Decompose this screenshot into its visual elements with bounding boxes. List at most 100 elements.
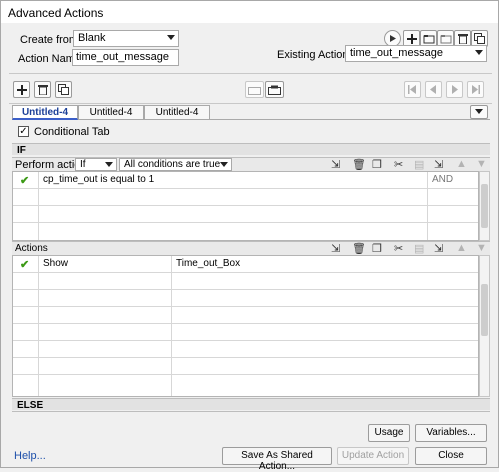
advanced-actions-dialog: Advanced Actions Create from: Blank Acti… bbox=[0, 0, 499, 472]
tab-decision-2[interactable]: Untitled-4 bbox=[78, 105, 144, 120]
if-header: IF bbox=[12, 143, 490, 156]
create-from-value: Blank bbox=[78, 32, 106, 44]
conditions-select[interactable]: All conditions are true bbox=[119, 158, 232, 171]
add-decision-button[interactable] bbox=[13, 81, 30, 98]
remove-decision-button[interactable] bbox=[34, 81, 51, 98]
duplicate-icon[interactable]: ❐ bbox=[372, 158, 382, 171]
duplicate-decision-button[interactable] bbox=[55, 81, 72, 98]
tab-decision-3[interactable]: Untitled-4 bbox=[144, 105, 210, 120]
previous-decision-button[interactable] bbox=[425, 81, 442, 98]
actions-scrollbar[interactable] bbox=[479, 255, 490, 397]
table-row[interactable] bbox=[13, 307, 478, 324]
chevron-down-icon bbox=[475, 50, 483, 55]
table-row[interactable] bbox=[13, 273, 478, 290]
table-row[interactable] bbox=[13, 358, 478, 375]
perform-actions-select[interactable]: If bbox=[75, 158, 117, 171]
move-down-icon[interactable]: ▼ bbox=[476, 242, 487, 254]
conditions-scrollbar[interactable] bbox=[479, 171, 490, 241]
paste-icon[interactable]: ▤ bbox=[414, 158, 424, 171]
condition-text: cp_time_out is equal to 1 bbox=[43, 174, 155, 185]
play-icon bbox=[390, 35, 396, 42]
right-arrow-icon bbox=[452, 85, 458, 94]
table-row[interactable] bbox=[13, 223, 478, 240]
insert-row-above-icon[interactable]: ⇲ bbox=[434, 242, 443, 255]
table-row[interactable] bbox=[13, 189, 478, 206]
chevron-down-icon bbox=[475, 109, 483, 114]
paste-decision-button[interactable] bbox=[265, 81, 284, 98]
first-arrow-icon bbox=[408, 85, 416, 94]
condition-operator[interactable]: AND bbox=[432, 174, 453, 185]
actions-grid: ✔ Show Time_out_Box bbox=[12, 255, 479, 397]
tab-strip-line bbox=[210, 119, 490, 120]
folder-open-icon bbox=[423, 34, 434, 43]
insert-row-icon[interactable]: ⇲ bbox=[331, 242, 340, 255]
move-up-icon[interactable]: ▲ bbox=[456, 158, 467, 170]
else-header[interactable]: ELSE bbox=[12, 398, 490, 411]
chevron-down-icon bbox=[167, 35, 175, 40]
variables-button[interactable]: Variables... bbox=[415, 424, 487, 442]
table-row[interactable]: ✔ Show Time_out_Box bbox=[13, 256, 478, 273]
create-from-select[interactable]: Blank bbox=[73, 30, 179, 47]
table-row[interactable] bbox=[13, 341, 478, 358]
divider bbox=[9, 73, 492, 74]
divider bbox=[12, 411, 490, 412]
plus-icon bbox=[406, 33, 417, 44]
action-name-field[interactable]: time_out_message bbox=[72, 49, 179, 66]
create-from-label: Create from: bbox=[20, 34, 82, 46]
conditional-tab-checkbox[interactable]: ✓ bbox=[18, 126, 29, 137]
last-decision-button[interactable] bbox=[467, 81, 484, 98]
cut-icon[interactable]: ✂ bbox=[394, 158, 403, 171]
insert-row-above-icon[interactable]: ⇲ bbox=[434, 158, 443, 171]
enabled-check-icon[interactable]: ✔ bbox=[20, 174, 29, 187]
chevron-down-icon bbox=[105, 162, 113, 167]
enabled-check-icon[interactable]: ✔ bbox=[20, 258, 29, 271]
close-button[interactable]: Close bbox=[415, 447, 487, 465]
perform-actions-bar: Perform actions: If All conditions are t… bbox=[12, 157, 490, 171]
insert-row-icon[interactable]: ⇲ bbox=[331, 158, 340, 171]
help-link[interactable]: Help... bbox=[14, 450, 46, 462]
update-action-button[interactable]: Update Action bbox=[337, 447, 409, 465]
action-name: Show bbox=[43, 258, 69, 269]
trash-icon[interactable]: 🗑 bbox=[352, 158, 366, 171]
duplicate-icon bbox=[474, 33, 485, 44]
tab-list-dropdown[interactable] bbox=[470, 105, 488, 119]
left-arrow-icon bbox=[430, 85, 436, 94]
existing-actions-value: time_out_message bbox=[350, 47, 443, 59]
save-as-shared-action-button[interactable]: Save As Shared Action... bbox=[222, 447, 332, 472]
duplicate-icon[interactable]: ❐ bbox=[372, 242, 382, 255]
actions-bar: Actions ⇲ 🗑 ❐ ✂ ▤ ⇲ ▲ ▼ bbox=[12, 241, 490, 255]
conditions-grid: ✔ cp_time_out is equal to 1 AND bbox=[12, 171, 479, 241]
next-decision-button[interactable] bbox=[446, 81, 463, 98]
tab-decision-1[interactable]: Untitled-4 bbox=[12, 105, 78, 120]
table-row[interactable] bbox=[13, 206, 478, 223]
action-target: Time_out_Box bbox=[176, 258, 241, 269]
window-title: Advanced Actions bbox=[8, 6, 104, 20]
folder-export-icon bbox=[440, 34, 451, 43]
duplicate-icon bbox=[58, 84, 69, 95]
trash-icon[interactable]: 🗑 bbox=[352, 242, 366, 255]
paste-icon[interactable]: ▤ bbox=[414, 242, 424, 255]
first-decision-button[interactable] bbox=[404, 81, 421, 98]
usage-button[interactable]: Usage bbox=[368, 424, 410, 442]
scroll-thumb[interactable] bbox=[481, 184, 488, 228]
chevron-down-icon bbox=[220, 162, 228, 167]
table-row[interactable] bbox=[13, 324, 478, 341]
paste-icon bbox=[268, 85, 281, 95]
existing-actions-select[interactable]: time_out_message bbox=[345, 45, 487, 62]
trash-icon bbox=[457, 34, 468, 44]
conditional-tab-label: Conditional Tab bbox=[34, 126, 110, 138]
cut-icon[interactable]: ✂ bbox=[394, 242, 403, 255]
last-arrow-icon bbox=[472, 85, 480, 94]
action-name-value: time_out_message bbox=[76, 51, 169, 63]
copy-decision-button[interactable] bbox=[245, 81, 264, 98]
move-up-icon[interactable]: ▲ bbox=[456, 242, 467, 254]
table-row[interactable] bbox=[13, 290, 478, 307]
table-row[interactable] bbox=[13, 375, 478, 392]
move-down-icon[interactable]: ▼ bbox=[476, 158, 487, 170]
trash-icon bbox=[37, 85, 48, 95]
plus-icon bbox=[16, 84, 27, 95]
scroll-thumb[interactable] bbox=[481, 284, 488, 336]
actions-header: Actions bbox=[15, 243, 48, 254]
table-row[interactable]: ✔ cp_time_out is equal to 1 AND bbox=[13, 172, 478, 189]
copy-icon bbox=[248, 86, 261, 95]
